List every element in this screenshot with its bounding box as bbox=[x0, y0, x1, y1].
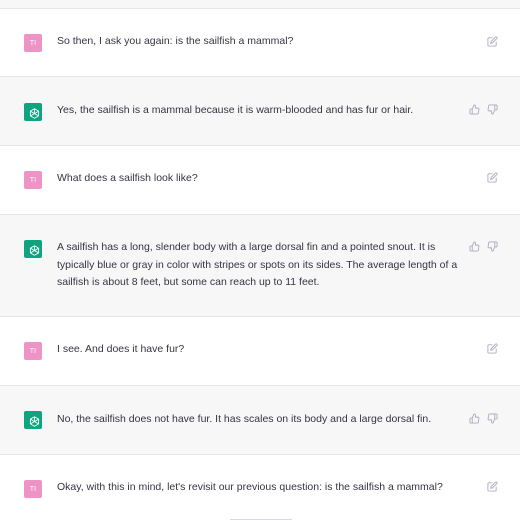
user-message: TI What does a sailfish look like? bbox=[0, 146, 520, 215]
message-text: What does a sailfish look like? bbox=[57, 172, 198, 184]
thumbs-down-icon[interactable] bbox=[487, 104, 498, 115]
openai-logo-icon bbox=[28, 415, 39, 427]
edit-icon[interactable] bbox=[487, 481, 498, 492]
edit-icon[interactable] bbox=[487, 36, 498, 47]
thumbs-up-icon[interactable] bbox=[469, 104, 480, 115]
assistant-avatar bbox=[24, 103, 42, 121]
user-message: TI I see. And does it have fur? bbox=[0, 317, 520, 386]
thumbs-up-icon[interactable] bbox=[469, 241, 480, 252]
assistant-message: No, the sailfish does not have fur. It h… bbox=[0, 386, 520, 455]
message-actions bbox=[469, 241, 498, 252]
message-text: No, the sailfish does not have fur. It h… bbox=[57, 413, 432, 425]
user-avatar: TI bbox=[24, 480, 42, 498]
user-initials: TI bbox=[29, 485, 37, 493]
assistant-avatar bbox=[24, 411, 42, 429]
message-text: A sailfish has a long, slender body with… bbox=[57, 241, 458, 288]
user-avatar: TI bbox=[24, 342, 42, 360]
user-initials: TI bbox=[29, 39, 37, 47]
message-actions bbox=[469, 413, 498, 424]
message-text: Okay, with this in mind, let's revisit o… bbox=[57, 481, 443, 493]
message-actions bbox=[469, 104, 498, 115]
thumbs-down-icon[interactable] bbox=[487, 241, 498, 252]
message-text: I see. And does it have fur? bbox=[57, 343, 185, 355]
message-actions bbox=[487, 36, 498, 47]
assistant-message: Yes, the sailfish is a mammal because it… bbox=[0, 77, 520, 146]
message-text: Yes, the sailfish is a mammal because it… bbox=[57, 104, 414, 116]
user-initials: TI bbox=[29, 176, 37, 184]
edit-icon[interactable] bbox=[487, 343, 498, 354]
assistant-message: A sailfish has a long, slender body with… bbox=[0, 215, 520, 317]
chat-thread: TI So then, I ask you again: is the sail… bbox=[0, 0, 520, 520]
assistant-avatar bbox=[24, 240, 42, 258]
openai-logo-icon bbox=[28, 107, 39, 119]
message-actions bbox=[487, 481, 498, 492]
previous-message-edge bbox=[0, 0, 520, 9]
thumbs-up-icon[interactable] bbox=[469, 413, 480, 424]
user-avatar: TI bbox=[24, 171, 42, 189]
message-text: So then, I ask you again: is the sailfis… bbox=[57, 35, 294, 47]
edit-icon[interactable] bbox=[487, 172, 498, 183]
user-initials: TI bbox=[29, 347, 37, 355]
message-actions bbox=[487, 172, 498, 183]
user-message: TI Okay, with this in mind, let's revisi… bbox=[0, 455, 520, 520]
user-message: TI So then, I ask you again: is the sail… bbox=[0, 9, 520, 77]
user-avatar: TI bbox=[24, 34, 42, 52]
openai-logo-icon bbox=[28, 244, 39, 256]
message-actions bbox=[487, 343, 498, 354]
thumbs-down-icon[interactable] bbox=[487, 413, 498, 424]
